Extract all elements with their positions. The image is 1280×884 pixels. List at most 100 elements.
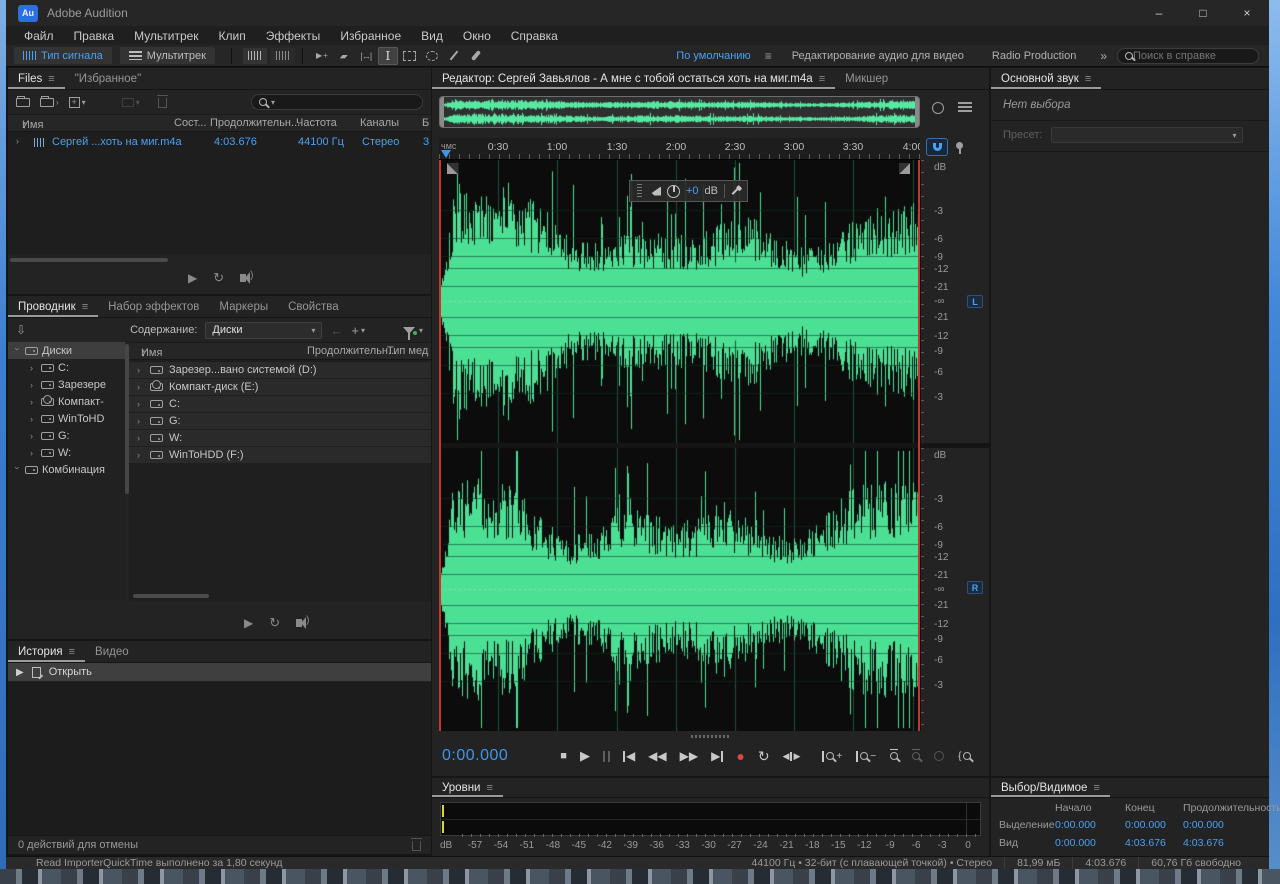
razor-tool[interactable] <box>331 47 357 65</box>
multitrack-view-button[interactable]: Мультитрек <box>120 47 215 64</box>
tree-item[interactable]: › Зарезере <box>8 376 125 393</box>
rewind-button[interactable]: ◀◀ <box>648 749 666 763</box>
history-item-open[interactable]: ▶ Открыть <box>8 663 431 681</box>
zoom-reset-button[interactable] <box>934 751 944 761</box>
level-meter[interactable] <box>440 802 981 836</box>
tree-chevron-icon[interactable]: › <box>30 431 37 441</box>
drive-row[interactable]: › G: <box>129 413 431 429</box>
tree-item[interactable]: › C: <box>8 359 125 376</box>
row-expand-icon[interactable]: › <box>137 382 144 392</box>
tree-chevron-icon[interactable]: › <box>30 414 37 424</box>
tab-video[interactable]: Видео <box>85 641 139 662</box>
move-tool[interactable] <box>312 47 332 65</box>
gain-knob-icon[interactable] <box>667 185 680 198</box>
tree-item[interactable]: › G: <box>8 427 125 444</box>
tab-history[interactable]: История ≡ <box>8 641 85 662</box>
left-channel-badge[interactable]: L <box>967 295 983 308</box>
zoom-in-selection-button[interactable] <box>890 749 898 763</box>
tab-files[interactable]: Files ≡ <box>8 68 65 89</box>
tree-item[interactable]: › Диски <box>8 342 125 359</box>
content-dropdown[interactable]: Диски ▾ <box>205 322 322 339</box>
panel-resize-grip[interactable] <box>432 733 989 740</box>
gain-value[interactable]: +0 <box>686 185 699 197</box>
menu-item[interactable]: Правка <box>64 29 125 43</box>
view-duration[interactable]: 4:03.676 <box>1183 837 1224 849</box>
skip-selection-button[interactable]: ◀▶ <box>783 751 801 762</box>
tree-item[interactable]: › W: <box>8 444 125 461</box>
zoom-navigate-icon[interactable] <box>932 102 944 114</box>
files-search-box[interactable]: ▾ <box>251 94 423 110</box>
workspace-overflow-icon[interactable]: » <box>1090 49 1117 63</box>
import-button[interactable]: ⇩ <box>16 323 26 337</box>
tab-explorer[interactable]: Проводник ≡ <box>8 296 98 317</box>
panel-menu-icon[interactable]: ≡ <box>69 646 75 658</box>
col-duration[interactable]: Продолжительн... <box>210 117 300 129</box>
insert-into-multitrack-button[interactable]: ▾ <box>122 98 140 107</box>
help-search-input[interactable] <box>1133 50 1243 62</box>
stop-button[interactable]: ■ <box>560 750 567 762</box>
panel-menu-icon[interactable]: ≡ <box>48 73 54 85</box>
file-row[interactable]: › Сергей ...хоть на миг.m4a 4:03.676 441… <box>8 134 431 151</box>
drive-row[interactable]: › C: <box>129 396 431 412</box>
col-media-type[interactable]: Тип мед <box>387 345 428 357</box>
menu-item[interactable]: Клип <box>209 29 256 43</box>
auto-play-speaker-icon[interactable] <box>240 274 246 282</box>
slip-tool[interactable]: |↔| <box>356 47 376 65</box>
tree-chevron-icon[interactable]: › <box>30 380 37 390</box>
waveform-canvas[interactable] <box>439 160 920 731</box>
pin-hud-icon[interactable] <box>732 187 740 195</box>
clear-history-button[interactable] <box>412 839 421 851</box>
tree-item[interactable]: › Компакт- <box>8 393 125 410</box>
drive-row[interactable]: › Зарезер...вано системой (D:) <box>129 362 431 378</box>
preview-play-button[interactable]: ▶ <box>188 271 197 285</box>
panel-menu-icon[interactable]: ≡ <box>486 782 492 794</box>
menu-item[interactable]: Избранное <box>330 29 411 43</box>
lasso-selection-tool[interactable] <box>422 47 442 65</box>
menu-item[interactable]: Эффекты <box>256 29 331 43</box>
playhead-marker[interactable] <box>441 150 451 158</box>
back-button[interactable]: ← <box>330 323 343 338</box>
play-button[interactable]: ▶ <box>580 748 590 764</box>
tab-levels[interactable]: Уровни ≡ <box>432 778 503 797</box>
clip-start-edge[interactable] <box>439 160 441 731</box>
selection-duration[interactable]: 0:00.000 <box>1183 819 1224 831</box>
tab-essential-sound[interactable]: Основной звук ≡ <box>991 68 1101 89</box>
help-search-box[interactable] <box>1117 48 1259 64</box>
marker-icon[interactable] <box>956 142 963 149</box>
menu-item[interactable]: Окно <box>453 29 501 43</box>
row-expand-icon[interactable]: › <box>137 416 144 426</box>
col-rate[interactable]: Частота <box>296 117 337 129</box>
col-state[interactable]: Сост... <box>174 117 207 129</box>
right-channel-badge[interactable]: R <box>967 581 983 594</box>
timeline-ruler[interactable]: чмс 0:301:001:302:002:303:003:304:00 <box>439 138 920 160</box>
filter-button[interactable]: ▾ <box>403 325 423 335</box>
new-file-button[interactable]: +▾ <box>69 97 86 108</box>
tree-chevron-icon[interactable]: › <box>30 397 37 407</box>
panel-menu-icon[interactable]: ≡ <box>819 73 825 85</box>
overview-navigator[interactable] <box>439 96 920 128</box>
workspace-default[interactable]: По умолчанию <box>662 50 764 62</box>
panel-menu-icon[interactable]: ≡ <box>1085 73 1091 85</box>
tab-properties[interactable]: Свойства <box>278 296 349 317</box>
drive-row[interactable]: › W: <box>129 430 431 446</box>
menu-item[interactable]: Мультитрек <box>124 29 208 43</box>
loop-playback-button[interactable]: ↻ <box>213 270 224 286</box>
tab-selection-view[interactable]: Выбор/Видимое ≡ <box>991 778 1110 797</box>
row-expand-icon[interactable]: › <box>137 433 144 443</box>
tree-chevron-icon[interactable]: › <box>30 363 37 373</box>
fade-in-handle[interactable] <box>447 163 458 174</box>
record-button[interactable]: ● <box>736 748 744 764</box>
spectral-display-toggle[interactable] <box>271 48 295 64</box>
col-duration[interactable]: Продолжительн... <box>307 345 397 357</box>
selection-end[interactable]: 0:00.000 <box>1125 819 1166 831</box>
loop-playback-button[interactable]: ↻ <box>758 748 770 765</box>
display-options-icon[interactable] <box>958 102 972 113</box>
zoom-out-horizontal-button[interactable]: − <box>856 751 876 762</box>
time-display[interactable]: 0:00.000 <box>442 747 508 765</box>
menu-item[interactable]: Файл <box>14 29 64 43</box>
pause-button[interactable] <box>603 751 610 762</box>
tree-chevron-icon[interactable]: › <box>13 466 23 473</box>
maximize-button[interactable]: □ <box>1181 0 1225 26</box>
list-hscrollbar[interactable] <box>133 594 209 598</box>
loop-playback-button[interactable]: ↻ <box>269 615 280 631</box>
